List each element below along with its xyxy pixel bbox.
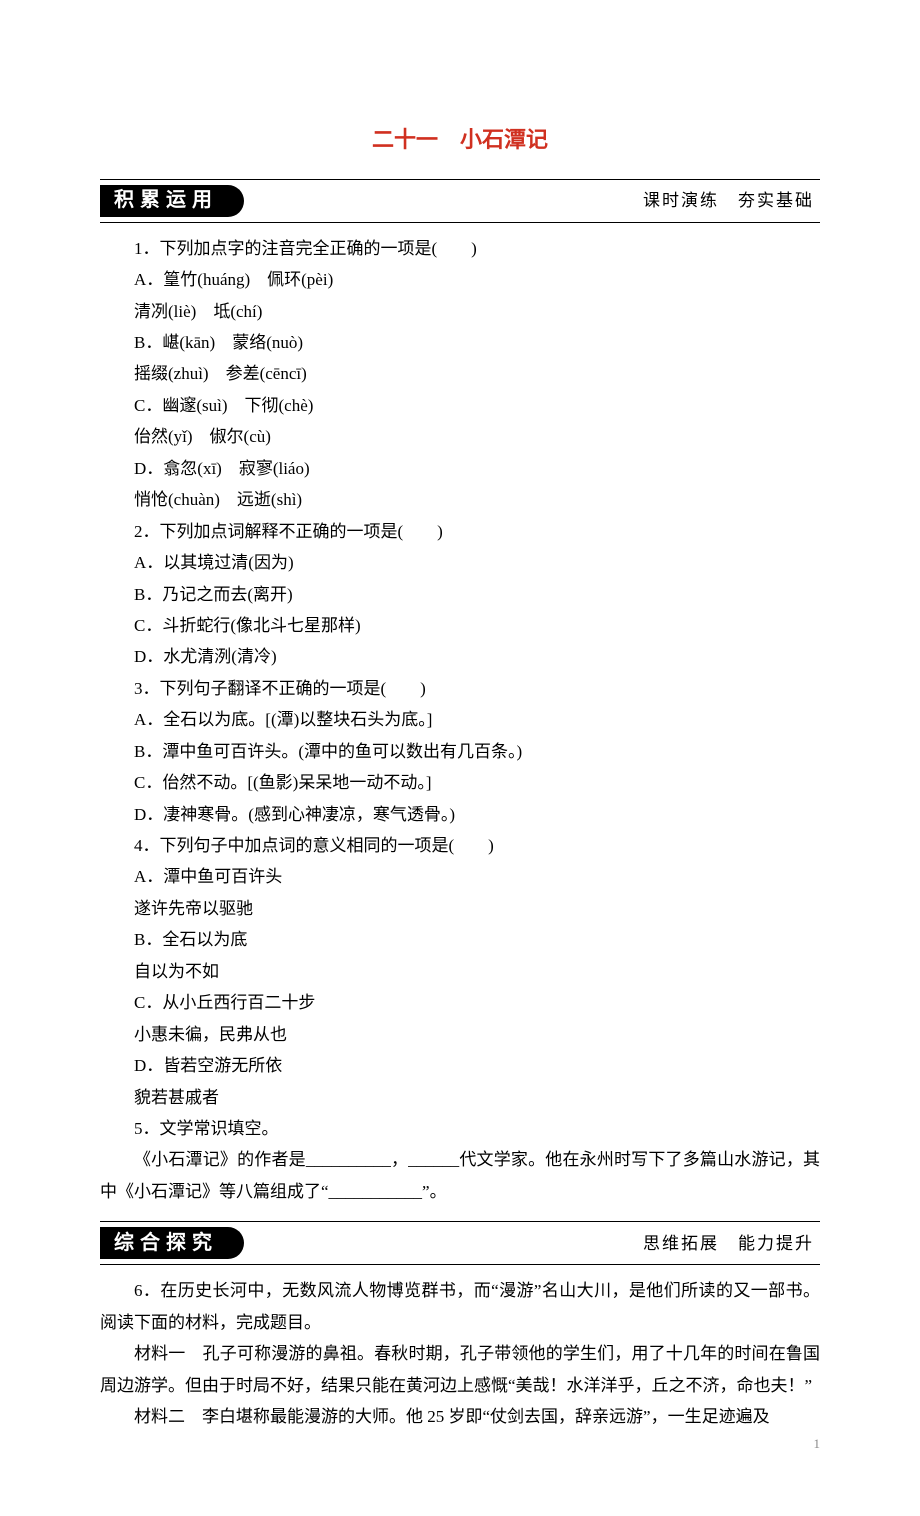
q4-opt-B2: 自以为不如: [100, 956, 820, 987]
q1-opt-C1: C．幽邃(suì) 下彻(chè): [100, 390, 820, 421]
q1-opt-B2: 摇缀(zhuì) 参差(cēncī): [100, 358, 820, 389]
q1-opt-B1: B．嵁(kān) 蒙络(nuò): [100, 327, 820, 358]
q2-opt-D: D．水尤清洌(清冷): [100, 641, 820, 672]
q6-stem: 6．在历史长河中，无数风流人物博览群书，而“漫游”名山大川，是他们所读的又一部书…: [100, 1275, 820, 1338]
page-number: 1: [100, 1432, 820, 1456]
q4-opt-D2: 貌若甚戚者: [100, 1082, 820, 1113]
q4-opt-A2: 遂许先帝以驱驰: [100, 893, 820, 924]
q1-opt-D1: D．翕忽(xī) 寂寥(liáo): [100, 453, 820, 484]
q1-opt-D2: 悄怆(chuàn) 远逝(shì): [100, 484, 820, 515]
q3-opt-B: B．潭中鱼可百许头。(潭中的鱼可以数出有几百条。): [100, 736, 820, 767]
q3-opt-C: C．佁然不动。[(鱼影)呆呆地一动不动。]: [100, 767, 820, 798]
section-pill: 积累运用: [100, 185, 244, 217]
q3-opt-D: D．凄神寒骨。(感到心神凄凉，寒气透骨。): [100, 799, 820, 830]
q3-stem: 3．下列句子翻译不正确的一项是( ): [100, 673, 820, 704]
q4-stem: 4．下列句子中加点词的意义相同的一项是( ): [100, 830, 820, 861]
q1-opt-A1: A．篁竹(huáng) 佩环(pèi): [100, 264, 820, 295]
q2-opt-A: A．以其境过清(因为): [100, 547, 820, 578]
q1-stem: 1．下列加点字的注音完全正确的一项是( ): [100, 233, 820, 264]
q6-material2: 材料二 李白堪称最能漫游的大师。他 25 岁即“仗剑去国，辞亲远游”，一生足迹遍…: [100, 1401, 820, 1432]
q1-opt-C2: 佁然(yǐ) 俶尔(cù): [100, 421, 820, 452]
q2-opt-B: B．乃记之而去(离开): [100, 579, 820, 610]
q2-stem: 2．下列加点词解释不正确的一项是( ): [100, 516, 820, 547]
q4-opt-D1: D．皆若空游无所依: [100, 1050, 820, 1081]
q5-fill: 《小石潭记》的作者是__________，______代文学家。他在永州时写下了…: [100, 1144, 820, 1207]
section-sub: 思维拓展 能力提升: [643, 1228, 820, 1259]
q1-opt-A2: 清冽(liè) 坻(chí): [100, 296, 820, 327]
q4-opt-A1: A．潭中鱼可百许头: [100, 861, 820, 892]
section-banner-jilei: 积累运用 课时演练 夯实基础: [100, 179, 820, 223]
section-banner-zonghe: 综合探究 思维拓展 能力提升: [100, 1221, 820, 1265]
chapter-title: 二十一 小石潭记: [100, 120, 820, 161]
section-pill: 综合探究: [100, 1227, 244, 1259]
q4-opt-B1: B．全石以为底: [100, 924, 820, 955]
q5-stem: 5．文学常识填空。: [100, 1113, 820, 1144]
q2-opt-C: C．斗折蛇行(像北斗七星那样): [100, 610, 820, 641]
section-sub: 课时演练 夯实基础: [643, 185, 820, 216]
q4-opt-C1: C．从小丘西行百二十步: [100, 987, 820, 1018]
q4-opt-C2: 小惠未徧，民弗从也: [100, 1019, 820, 1050]
q6-material1: 材料一 孔子可称漫游的鼻祖。春秋时期，孔子带领他的学生们，用了十几年的时间在鲁国…: [100, 1338, 820, 1401]
q3-opt-A: A．全石以为底。[(潭)以整块石头为底。]: [100, 704, 820, 735]
